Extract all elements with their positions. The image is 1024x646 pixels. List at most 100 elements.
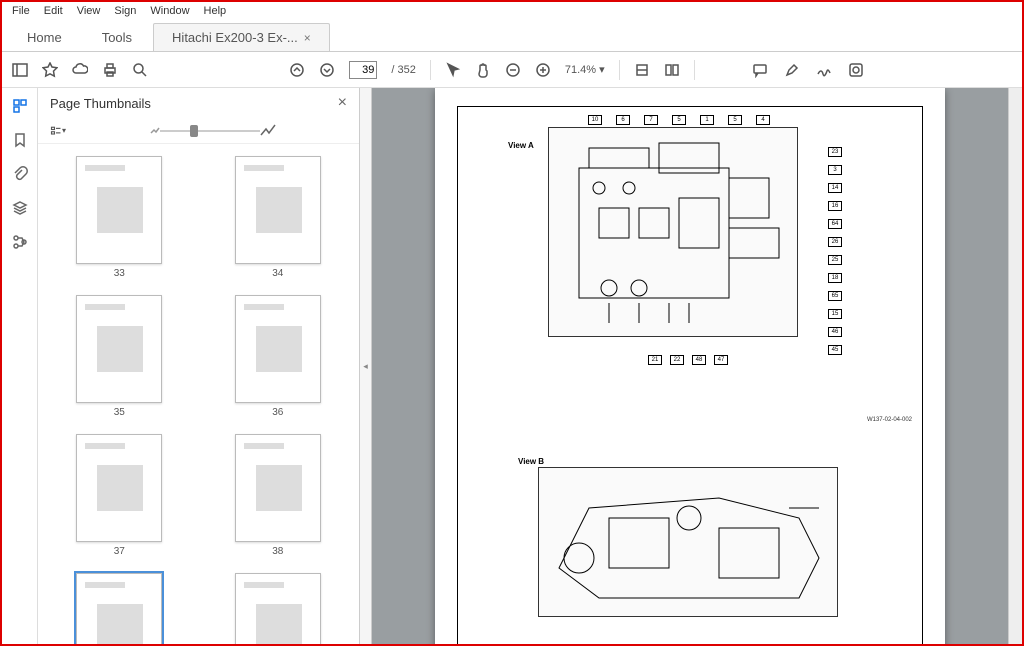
callout-47: 47 [714,355,728,365]
page-up-icon[interactable] [289,62,305,78]
thumbnail-page-37[interactable]: 37 [44,434,195,557]
tab-document-label: Hitachi Ex200-3 Ex-... [172,30,298,45]
callout-45: 45 [828,345,842,355]
callout-25: 25 [828,255,842,265]
thumb-size-slider[interactable] [78,123,347,139]
model-tree-icon[interactable] [12,234,28,250]
tab-tools[interactable]: Tools [83,23,151,51]
callout-64: 64 [828,219,842,229]
thumbnail-page-36[interactable]: 36 [203,295,354,418]
thumbnail-page-38[interactable]: 38 [203,434,354,557]
page-scroll-area[interactable]: View A [372,88,1008,644]
fit-width-icon[interactable] [634,62,650,78]
diagram-view-a [548,127,798,337]
bookmark-icon[interactable] [12,132,28,148]
menu-edit[interactable]: Edit [38,4,69,18]
callout-18: 18 [828,273,842,283]
close-icon[interactable]: × [304,31,311,45]
hand-icon[interactable] [475,62,491,78]
search-icon[interactable] [132,62,148,78]
menu-sign[interactable]: Sign [108,4,142,18]
zoom-large-icon [260,123,276,139]
sidebar-toggle-icon[interactable] [12,62,28,78]
tab-home[interactable]: Home [8,23,81,51]
stamp-icon[interactable] [848,62,864,78]
diagram-view-b [538,467,838,617]
menu-file[interactable]: File [6,4,36,18]
view-a-label: View A [508,141,534,150]
thumbnails-panel: Page Thumbnails × ▾ 33343536373839404142 [38,88,360,644]
callout-5: 5 [728,115,742,125]
zoom-label: 71.4% [565,64,596,76]
nav-rail [2,88,38,644]
thumbnails-icon[interactable] [12,98,28,114]
callout-21: 21 [648,355,662,365]
view-b-label: View B [518,457,544,466]
callout-14: 14 [828,183,842,193]
menu-help[interactable]: Help [198,4,233,18]
print-icon[interactable] [102,62,118,78]
thumbnail-label: 33 [114,268,125,279]
cloud-icon[interactable] [72,62,88,78]
tab-document[interactable]: Hitachi Ex200-3 Ex-... × [153,23,330,51]
thumbnail-page-34[interactable]: 34 [203,156,354,279]
zoom-in-icon[interactable] [535,62,551,78]
callout-46: 46 [828,327,842,337]
toolbar: / 352 71.4%▾ [2,52,1022,88]
callout-4: 4 [756,115,770,125]
callout-10: 10 [588,115,602,125]
page-number-input[interactable] [349,61,377,79]
callout-48: 48 [692,355,706,365]
thumbnails-scroll[interactable]: 33343536373839404142 [38,144,359,644]
thumbnail-page-40[interactable]: 40 [203,573,354,644]
callout-65: 65 [828,291,842,301]
attachment-icon[interactable] [12,166,28,182]
callout-1: 1 [700,115,714,125]
panel-collapse-handle[interactable]: ◂ [360,88,372,644]
thumbnail-page-39[interactable]: 39 [44,573,195,644]
pump-drawing-b [539,468,839,618]
document-page: View A [435,88,945,644]
callout-26: 26 [828,237,842,247]
zoom-small-icon [150,126,160,136]
divider [619,60,620,80]
page-down-icon[interactable] [319,62,335,78]
zoom-out-icon[interactable] [505,62,521,78]
chevron-left-icon: ◂ [363,361,368,372]
document-viewer: View A [372,88,1022,644]
pump-drawing-a [549,128,799,338]
chevron-down-icon: ▾ [599,63,605,76]
divider [430,60,431,80]
thumbnail-label: 35 [114,407,125,418]
menu-view[interactable]: View [71,4,107,18]
layers-icon[interactable] [12,200,28,216]
panel-close-icon[interactable]: × [338,94,347,112]
pointer-icon[interactable] [445,62,461,78]
main-area: Page Thumbnails × ▾ 33 34 35 36 37 38 3940 4 14 2… [2,88,1022,644]
vertical-scrollbar[interactable] [1008,88,1022,644]
menu-bar: File Edit View Sign Window Help [2,2,1022,20]
fit-page-icon[interactable] [664,62,680,78]
thumbnail-label: 38 [272,546,283,557]
thumbnail-page-33[interactable]: 33 [44,156,195,279]
signature-icon[interactable] [816,62,832,78]
thumbnail-page-35[interactable]: 35 [44,295,195,418]
thumb-options-icon[interactable]: ▾ [50,123,66,139]
page-total-label: / 352 [391,64,415,76]
callout-6: 6 [616,115,630,125]
zoom-dropdown[interactable]: 71.4%▾ [565,63,605,76]
divider [694,60,695,80]
callout-7: 7 [644,115,658,125]
highlight-icon[interactable] [784,62,800,78]
drawing-ref-a: W137-02-04-002 [867,417,912,423]
callout-16: 16 [828,201,842,211]
comment-icon[interactable] [752,62,768,78]
callout-23: 23 [828,147,842,157]
callout-22: 22 [670,355,684,365]
thumbnail-label: 36 [272,407,283,418]
menu-window[interactable]: Window [144,4,195,18]
panel-title: Page Thumbnails [50,96,151,111]
callout-15: 15 [828,309,842,319]
star-icon[interactable] [42,62,58,78]
tab-bar: Home Tools Hitachi Ex200-3 Ex-... × [2,20,1022,52]
